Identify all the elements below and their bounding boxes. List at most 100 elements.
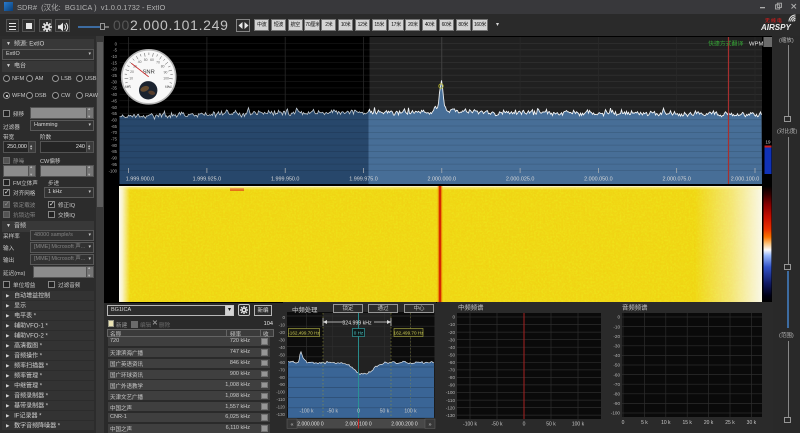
svg-text:10 k: 10 k [661, 420, 671, 426]
svg-text:-50: -50 [111, 105, 118, 110]
svg-text:-80: -80 [613, 392, 620, 397]
svg-text:70: 70 [156, 60, 160, 64]
svg-text:-50: -50 [613, 363, 620, 368]
svg-text:20 k: 20 k [704, 420, 714, 426]
svg-text:-162,499.70 Hz: -162,499.70 Hz [288, 331, 320, 336]
svg-text:324.999 kHz: 324.999 kHz [342, 321, 372, 327]
svg-text:0: 0 [357, 409, 360, 415]
svg-text:-40: -40 [111, 92, 118, 97]
svg-text:1.999.975.0: 1.999.975.0 [349, 177, 377, 183]
svg-text:-110: -110 [446, 398, 455, 403]
svg-text:5 k: 5 k [641, 420, 648, 426]
svg-text:25 k: 25 k [725, 420, 735, 426]
svg-text:2.000.025.0: 2.000.025.0 [506, 177, 534, 183]
svg-text:-110: -110 [277, 397, 286, 402]
svg-text:30 k: 30 k [747, 420, 757, 426]
svg-text:-95: -95 [111, 162, 118, 167]
svg-text:100: 100 [163, 77, 169, 81]
svg-text:-45: -45 [111, 99, 118, 104]
svg-text:-15: -15 [111, 60, 118, 65]
svg-text:-100 k: -100 k [300, 409, 314, 415]
svg-text:40: 40 [138, 60, 142, 64]
svg-text:音频频谱: 音频频谱 [622, 303, 648, 312]
svg-text:-10: -10 [448, 322, 455, 327]
svg-text:-50 k: -50 k [327, 409, 339, 415]
svg-text:MAX: MAX [165, 85, 173, 89]
svg-text:-65: -65 [111, 124, 118, 129]
svg-text:20: 20 [130, 70, 134, 74]
svg-text:-50 k: -50 k [491, 422, 503, 428]
svg-text:162,499.70 Hz: 162,499.70 Hz [394, 331, 425, 336]
svg-text:10: 10 [129, 76, 133, 80]
svg-text:2.000.200 0: 2.000.200 0 [391, 422, 418, 428]
svg-text:1.999.900.0: 1.999.900.0 [126, 177, 154, 183]
svg-text:-30: -30 [448, 337, 455, 342]
svg-text:-70: -70 [111, 130, 118, 135]
svg-text:中频频谱: 中频频谱 [458, 303, 484, 312]
svg-text:-80: -80 [111, 143, 118, 148]
svg-text:-20: -20 [279, 330, 286, 335]
svg-text:100 k: 100 k [572, 422, 585, 428]
svg-text:0: 0 [452, 315, 455, 320]
svg-text:-100: -100 [109, 168, 118, 173]
svg-text:-75: -75 [111, 137, 118, 142]
svg-text:50: 50 [144, 58, 148, 62]
svg-text:-80: -80 [448, 375, 455, 380]
svg-text:0: 0 [617, 315, 620, 320]
svg-text:SNR: SNR [143, 69, 155, 75]
svg-text:AIRSPY: AIRSPY [760, 23, 791, 32]
svg-text:-90: -90 [111, 156, 118, 161]
svg-text:-90: -90 [279, 382, 286, 387]
svg-text:-20: -20 [613, 334, 620, 339]
svg-text:50 k: 50 k [546, 422, 556, 428]
svg-text:-60: -60 [111, 118, 118, 123]
svg-text:2.000.075.0: 2.000.075.0 [662, 177, 690, 183]
svg-text:-35: -35 [111, 86, 118, 91]
svg-text:90: 90 [164, 70, 168, 74]
svg-text:-80: -80 [279, 375, 286, 380]
svg-text:-90: -90 [448, 383, 455, 388]
svg-text:-90: -90 [613, 401, 620, 406]
svg-text:»: » [428, 422, 431, 428]
svg-text:-10: -10 [111, 54, 118, 59]
svg-text:80: 80 [161, 65, 165, 69]
svg-text:2.000.050.0: 2.000.050.0 [584, 177, 612, 183]
svg-text:-100 k: -100 k [463, 422, 477, 428]
svg-text:-20: -20 [111, 67, 118, 72]
svg-text:100 k: 100 k [404, 409, 417, 415]
svg-text:-100: -100 [446, 390, 456, 395]
svg-text:50 k: 50 k [380, 409, 390, 415]
svg-text:快捷方式翻译: 快捷方式翻译 [708, 40, 743, 48]
svg-text:-120: -120 [446, 405, 456, 410]
svg-text:1.999.925.0: 1.999.925.0 [193, 177, 221, 183]
svg-text:-40: -40 [279, 345, 286, 350]
svg-text:1.999.950.0: 1.999.950.0 [271, 177, 299, 183]
svg-text:-70: -70 [613, 382, 620, 387]
svg-text:WPM: WPM [749, 42, 763, 48]
svg-text:0: 0 [622, 420, 625, 426]
svg-text:-120: -120 [276, 405, 285, 410]
svg-text:0 Hz: 0 Hz [354, 331, 364, 336]
svg-text:2.000.000 0: 2.000.000 0 [297, 422, 324, 428]
svg-text:-85: -85 [111, 149, 118, 154]
svg-text:-70: -70 [279, 367, 286, 372]
svg-text:-100: -100 [276, 390, 285, 395]
svg-text:-60: -60 [448, 360, 455, 365]
svg-text:-50: -50 [448, 352, 455, 357]
svg-text:-130: -130 [276, 412, 285, 417]
svg-text:-130: -130 [446, 413, 456, 418]
svg-text:0: 0 [523, 422, 526, 428]
svg-text:-10: -10 [613, 324, 620, 329]
svg-text:-20: -20 [448, 330, 455, 335]
svg-text:-100: -100 [611, 411, 621, 416]
svg-text:15 k: 15 k [682, 420, 692, 426]
svg-text:-50: -50 [279, 352, 286, 357]
svg-text:-10: -10 [279, 323, 286, 328]
svg-text:2.000.100.0: 2.000.100.0 [731, 177, 759, 183]
svg-text:-70: -70 [448, 368, 455, 373]
svg-text:-40: -40 [448, 345, 455, 350]
svg-text:-30: -30 [111, 79, 118, 84]
svg-text:60: 60 [150, 58, 154, 62]
svg-text:19: 19 [765, 140, 771, 145]
svg-text:-30: -30 [279, 338, 286, 343]
